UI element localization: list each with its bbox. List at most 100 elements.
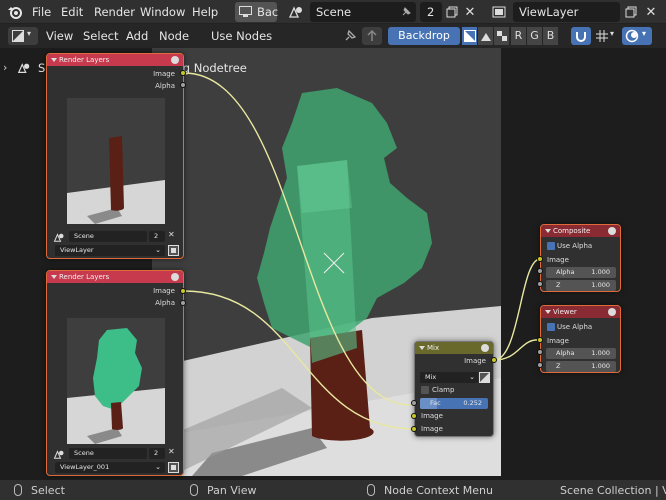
channel-color-button[interactable] — [478, 27, 493, 45]
menu-select[interactable]: Select — [83, 29, 118, 43]
composite-alpha-socket[interactable] — [537, 268, 543, 274]
menu-edit[interactable]: Edit — [61, 5, 83, 19]
scene-icon — [53, 450, 64, 459]
viewer-node[interactable]: Viewer Use Alpha Image Alpha 1.000 Z 1.0… — [540, 305, 621, 373]
menu-window[interactable]: Window — [140, 5, 185, 19]
preview-thumbnail — [67, 98, 165, 224]
scene-name-field[interactable]: Scene — [310, 2, 416, 22]
color-mix-icon — [481, 344, 489, 352]
use-alpha-label[interactable]: Use Alpha — [557, 242, 592, 250]
use-alpha-label[interactable]: Use Alpha — [557, 323, 592, 331]
render-icon — [171, 273, 179, 281]
output-image-label: Image — [153, 70, 175, 78]
snap-toggle-button[interactable] — [571, 27, 591, 45]
backdrop-toggle[interactable]: Backdrop — [388, 27, 460, 45]
alpha-field[interactable]: Alpha 1.000 — [546, 267, 616, 278]
image-input-label: Image — [547, 256, 569, 264]
composite-image-socket[interactable] — [537, 256, 543, 262]
workspace-tab[interactable]: Bac — [235, 2, 278, 22]
alpha-output-socket[interactable] — [180, 82, 186, 88]
menu-help[interactable]: Help — [192, 5, 218, 19]
clamp-label[interactable]: Clamp — [432, 386, 454, 394]
image-output-socket[interactable] — [180, 288, 186, 294]
collapse-icon[interactable] — [51, 275, 57, 279]
render-layers-node-1[interactable]: Render Layers Image Alpha Scene 2 ✕ View… — [46, 53, 184, 259]
chevron-down-icon: ▾ — [610, 29, 615, 38]
snap-element-dropdown[interactable]: ▾ — [593, 27, 619, 45]
mix-output-socket[interactable] — [491, 357, 497, 363]
delete-scene-button[interactable]: ✕ — [462, 2, 478, 22]
node-header[interactable]: Render Layers — [47, 271, 183, 283]
scene-icon — [288, 6, 302, 18]
channel-g-button[interactable]: G — [527, 27, 542, 45]
channel-color-alpha-button[interactable] — [462, 27, 477, 45]
close-icon: ✕ — [645, 4, 657, 20]
close-icon[interactable]: ✕ — [168, 230, 175, 239]
menu-node[interactable]: Node — [159, 29, 189, 43]
composite-z-socket[interactable] — [537, 281, 543, 287]
node-header[interactable]: Render Layers — [47, 54, 183, 66]
channel-r-button[interactable]: R — [511, 27, 526, 45]
fac-slider[interactable]: Fac 0.252 — [420, 398, 488, 409]
delete-viewlayer-button[interactable]: ✕ — [643, 2, 659, 22]
new-scene-button[interactable] — [443, 2, 460, 22]
scene-users[interactable]: 2 — [149, 231, 165, 242]
fac-input-socket[interactable] — [411, 400, 417, 406]
use-alpha-icon[interactable] — [479, 372, 490, 383]
use-alpha-checkbox[interactable] — [547, 242, 555, 250]
viewer-alpha-socket[interactable] — [537, 349, 543, 355]
blend-mode-dropdown[interactable]: Mix ⌄ — [420, 372, 478, 383]
menu-add[interactable]: Add — [126, 29, 148, 43]
viewer-z-socket[interactable] — [537, 362, 543, 368]
image-output-socket[interactable] — [180, 70, 186, 76]
clamp-checkbox[interactable] — [421, 386, 429, 394]
collapse-icon[interactable] — [545, 229, 551, 233]
scene-users-count[interactable]: 2 — [420, 2, 442, 22]
viewer-image-socket[interactable] — [537, 337, 543, 343]
collapse-icon[interactable] — [419, 346, 425, 350]
viewlayer-name-field[interactable]: ViewLayer — [513, 2, 620, 22]
node-header[interactable]: Mix — [415, 342, 493, 354]
parent-node-tree-button[interactable] — [362, 27, 382, 45]
use-nodes-label[interactable]: Use Nodes — [211, 29, 272, 43]
pin-icon[interactable] — [343, 29, 357, 43]
image-rgb-alpha-icon — [464, 30, 476, 42]
render-layers-node-2[interactable]: Render Layers Image Alpha Scene 2 ✕ View… — [46, 270, 184, 476]
scene-browse-button[interactable] — [283, 2, 309, 22]
scene-field[interactable]: Scene — [69, 231, 147, 242]
composite-node[interactable]: Composite Use Alpha Image Alpha 1.000 Z … — [540, 224, 621, 292]
menu-file[interactable]: File — [32, 5, 51, 19]
node-header[interactable]: Composite — [541, 225, 620, 237]
z-field[interactable]: Z 1.000 — [546, 361, 616, 372]
menu-render[interactable]: Render — [94, 5, 135, 19]
collapse-icon[interactable] — [545, 310, 551, 314]
pin-icon[interactable] — [400, 6, 412, 18]
image-1-input-socket[interactable] — [411, 413, 417, 419]
use-alpha-checkbox[interactable] — [547, 323, 555, 331]
viewlayer-browse-button[interactable] — [488, 2, 510, 22]
image-2-input-socket[interactable] — [411, 426, 417, 432]
layer-dropdown[interactable]: ViewLayer_001 ⌄ — [55, 462, 165, 473]
mouse-middle-icon — [190, 484, 198, 496]
render-region-icon[interactable] — [168, 245, 179, 256]
node-header[interactable]: Viewer — [541, 306, 620, 318]
overlays-button[interactable]: ▾ — [622, 27, 652, 45]
new-viewlayer-button[interactable] — [622, 2, 639, 22]
scene-users[interactable]: 2 — [149, 448, 165, 459]
layer-dropdown[interactable]: ViewLayer ⌄ — [55, 245, 165, 256]
channel-b-button[interactable]: B — [543, 27, 558, 45]
mix-node[interactable]: Mix Image Mix ⌄ Clamp Fac 0.252 Image Im… — [414, 341, 494, 437]
collapse-icon[interactable] — [51, 58, 57, 62]
alpha-output-socket[interactable] — [180, 300, 186, 306]
close-icon[interactable]: ✕ — [168, 447, 175, 456]
menu-view[interactable]: View — [46, 29, 73, 43]
blender-logo-icon[interactable] — [7, 4, 23, 20]
scene-field[interactable]: Scene — [69, 448, 147, 459]
sidebar-toggle-icon[interactable]: › — [3, 61, 7, 74]
channel-alpha-button[interactable] — [494, 27, 509, 45]
z-field[interactable]: Z 1.000 — [546, 280, 616, 291]
editor-type-button[interactable]: ▾ — [8, 27, 38, 45]
render-region-icon[interactable] — [168, 462, 179, 473]
alpha-field[interactable]: Alpha 1.000 — [546, 348, 616, 359]
chevron-down-icon: ▾ — [27, 29, 32, 38]
